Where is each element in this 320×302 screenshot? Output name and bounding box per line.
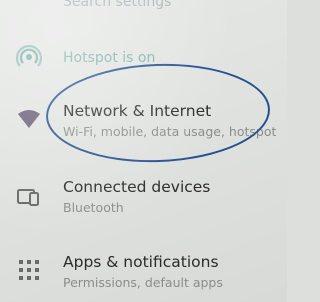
settings-item-subtitle: Permissions, default apps (63, 275, 223, 290)
settings-item-subtitle: Bluetooth (63, 200, 124, 215)
settings-item-apps-notifications[interactable]: Apps & notifications Permissions, defaul… (0, 247, 287, 299)
settings-item-title: Apps & notifications (63, 253, 219, 271)
wifi-icon (16, 106, 42, 132)
apps-grid-icon (16, 257, 42, 283)
settings-item-connected-devices[interactable]: Connected devices Bluetooth (0, 172, 287, 220)
search-settings-row[interactable]: Search settings (0, 0, 287, 24)
hotspot-status-text: Hotspot is on (63, 50, 156, 66)
settings-item-title: Connected devices (63, 178, 211, 196)
hotspot-icon (15, 44, 43, 70)
settings-screen: Search settings Hotspot is on Network & … (0, 0, 287, 302)
search-settings-label: Search settings (63, 0, 172, 10)
connected-devices-icon (16, 184, 42, 210)
